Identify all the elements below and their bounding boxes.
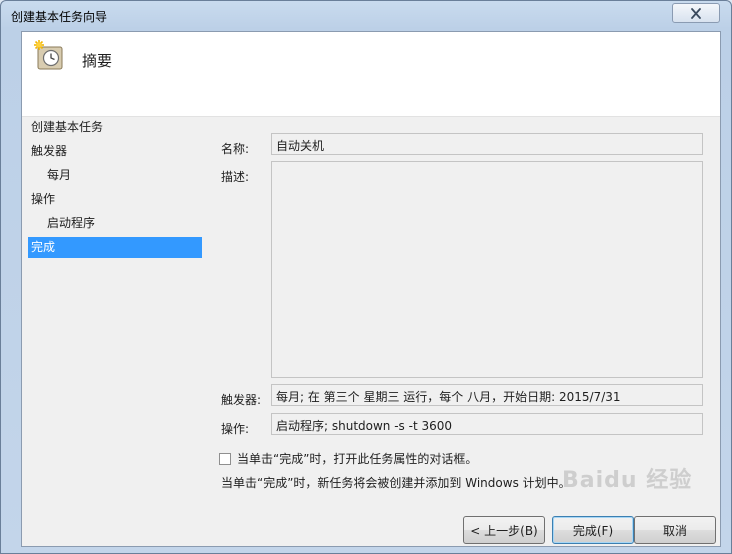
cancel-button[interactable]: 取消	[634, 516, 716, 544]
open-properties-option[interactable]: 当单击“完成”时，打开此任务属性的对话框。	[219, 450, 477, 467]
step-trigger[interactable]: 触发器	[28, 141, 202, 162]
description-field[interactable]	[271, 161, 703, 378]
action-field[interactable]: 启动程序; shutdown -s -t 3600	[271, 413, 703, 435]
finish-button[interactable]: 完成(F)	[552, 516, 634, 544]
page-title: 摘要	[82, 52, 113, 70]
open-properties-checkbox[interactable]	[219, 452, 231, 465]
back-button[interactable]: < 上一步(B)	[463, 516, 545, 544]
close-button[interactable]	[672, 3, 720, 23]
task-clock-icon	[34, 40, 63, 70]
close-icon	[691, 7, 701, 19]
step-trigger-monthly[interactable]: 每月	[44, 165, 202, 186]
finish-note: 当单击“完成”时，新任务将会被创建并添加到 Windows 计划中。	[221, 476, 571, 490]
step-finish[interactable]: 完成	[28, 237, 202, 258]
step-create-basic-task[interactable]: 创建基本任务	[28, 117, 202, 138]
description-label: 描述:	[221, 170, 250, 184]
title-bar[interactable]: 创建基本任务向导	[1, 1, 731, 29]
action-label: 操作:	[221, 422, 250, 436]
baidu-watermark: Baidu 经验	[562, 468, 693, 493]
open-properties-label: 当单击“完成”时，打开此任务属性的对话框。	[237, 452, 478, 466]
step-action[interactable]: 操作	[28, 189, 202, 210]
name-label: 名称:	[221, 142, 250, 156]
step-action-start-program[interactable]: 启动程序	[44, 213, 202, 234]
wizard-header: 摘要	[22, 32, 720, 117]
trigger-field[interactable]: 每月; 在 第三个 星期三 运行，每个 八月，开始日期: 2015/7/31	[271, 384, 703, 406]
wizard-steps-nav: 创建基本任务 触发器 每月 操作 启动程序 完成	[22, 117, 212, 546]
name-field[interactable]: 自动关机	[271, 133, 703, 155]
trigger-label: 触发器:	[221, 393, 262, 407]
window-title: 创建基本任务向导	[11, 10, 108, 24]
